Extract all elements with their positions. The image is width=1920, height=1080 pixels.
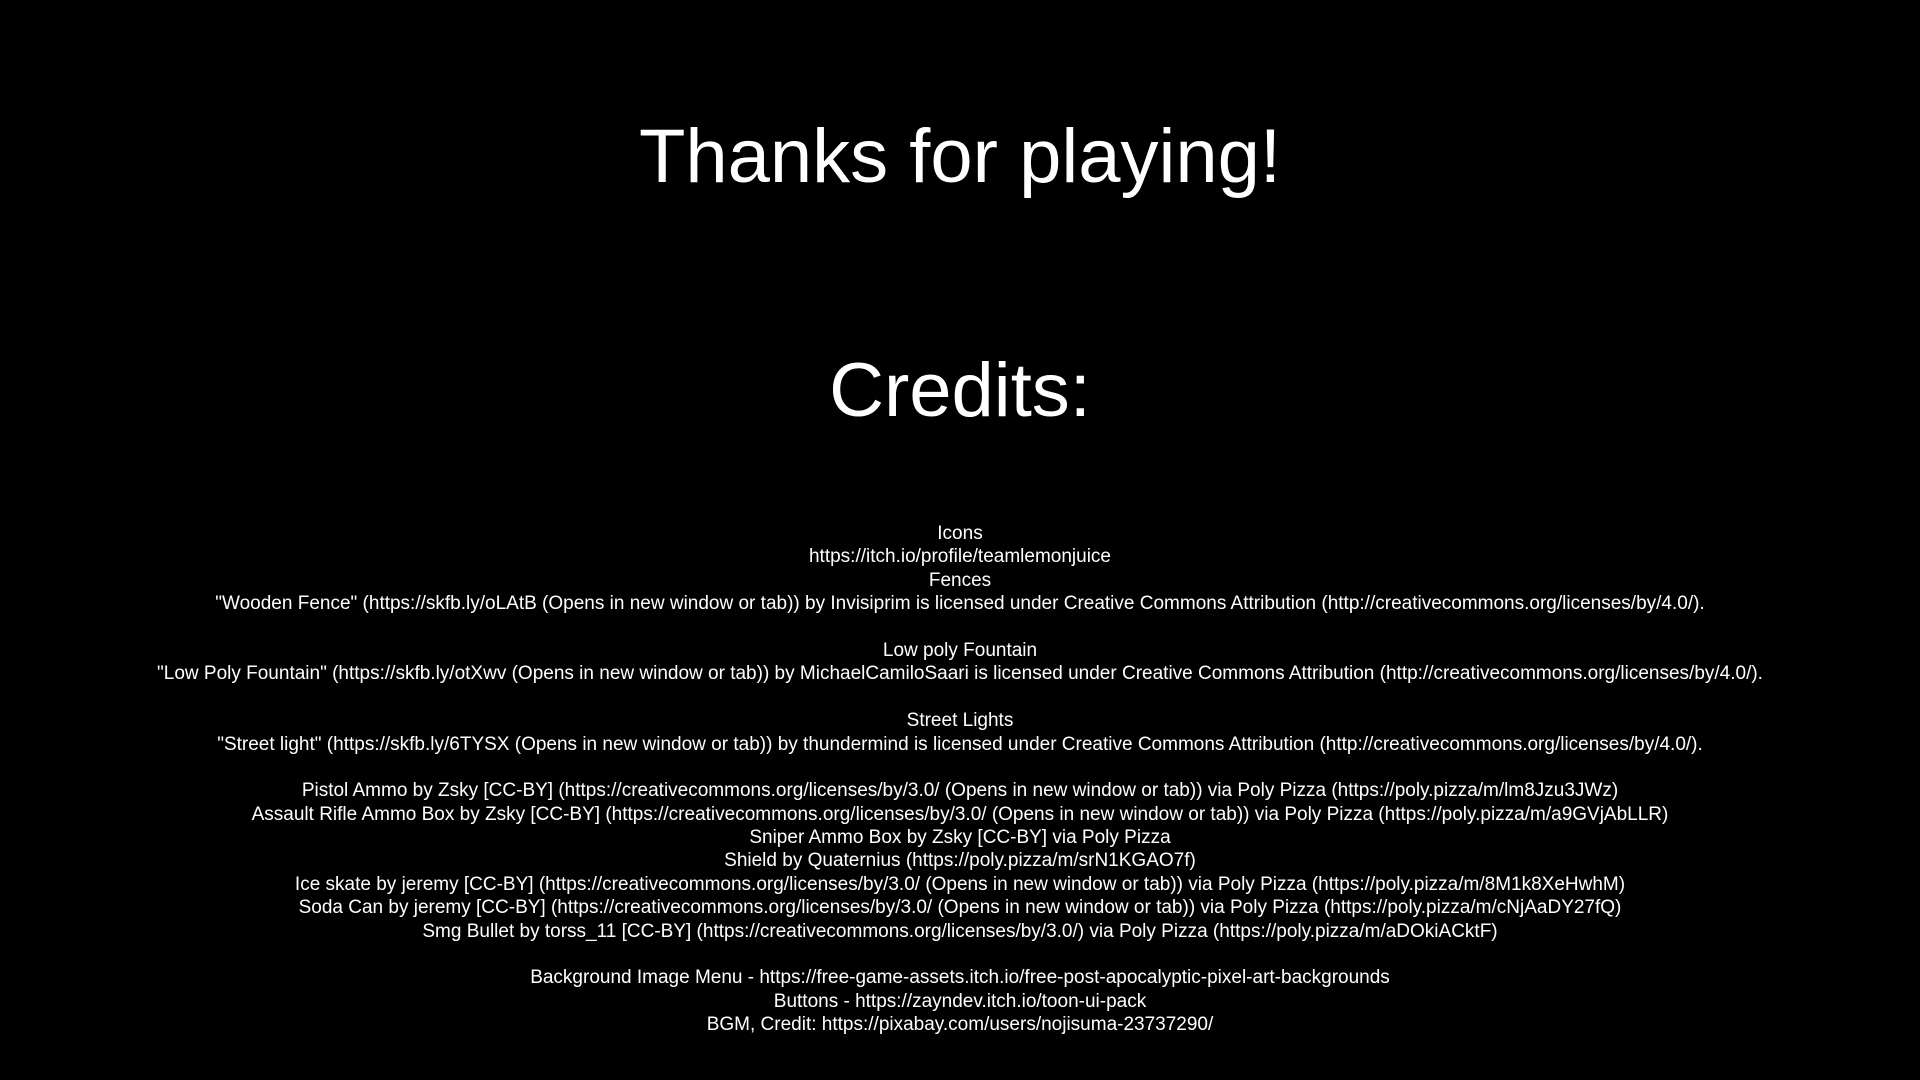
credit-line: Background Image Menu - https://free-gam… bbox=[530, 967, 1390, 989]
credit-line: Icons bbox=[937, 523, 983, 544]
credit-line: BGM, Credit: https://pixabay.com/users/n… bbox=[706, 1014, 1214, 1036]
credits-list: Icons https://itch.io/profile/teamlemonj… bbox=[0, 522, 1920, 1037]
credit-line: Soda Can by jeremy [CC-BY] (https://crea… bbox=[298, 897, 1622, 919]
credit-line: Shield by Quaternius (https://poly.pizza… bbox=[724, 850, 1196, 872]
credits-heading: Credits: bbox=[829, 348, 1091, 433]
end-credits-screen: Thanks for playing! Credits: Icons https… bbox=[0, 0, 1920, 1080]
credit-line: Assault Rifle Ammo Box by Zsky [CC-BY] (… bbox=[251, 803, 1669, 825]
credit-line: Low poly Fountain bbox=[882, 639, 1038, 661]
credit-spacer bbox=[0, 943, 1920, 966]
credit-spacer bbox=[0, 616, 1920, 639]
credit-line: Street Lights bbox=[906, 710, 1014, 732]
credit-line: Fences bbox=[928, 569, 992, 591]
credit-line: Buttons - https://zayndev.itch.io/toon-u… bbox=[773, 990, 1147, 1012]
thanks-title: Thanks for playing! bbox=[638, 114, 1282, 199]
credit-line: Pistol Ammo by Zsky [CC-BY] (https://cre… bbox=[301, 780, 1619, 802]
credit-line: "Wooden Fence" (https://skfb.ly/oLAtB (O… bbox=[215, 593, 1705, 615]
credit-line: Sniper Ammo Box by Zsky [CC-BY] via Poly… bbox=[749, 827, 1171, 849]
credit-spacer bbox=[0, 686, 1920, 709]
credit-line: "Street light" (https://skfb.ly/6TYSX (O… bbox=[217, 733, 1703, 755]
credit-line: "Low Poly Fountain" (https://skfb.ly/otX… bbox=[157, 663, 1763, 685]
credit-line: https://itch.io/profile/teamlemonjuice bbox=[808, 546, 1112, 568]
credit-line: Smg Bullet by torss_11 [CC-BY] (https://… bbox=[422, 920, 1498, 942]
credit-line: Ice skate by jeremy [CC-BY] (https://cre… bbox=[294, 873, 1626, 895]
credit-spacer bbox=[0, 756, 1920, 779]
